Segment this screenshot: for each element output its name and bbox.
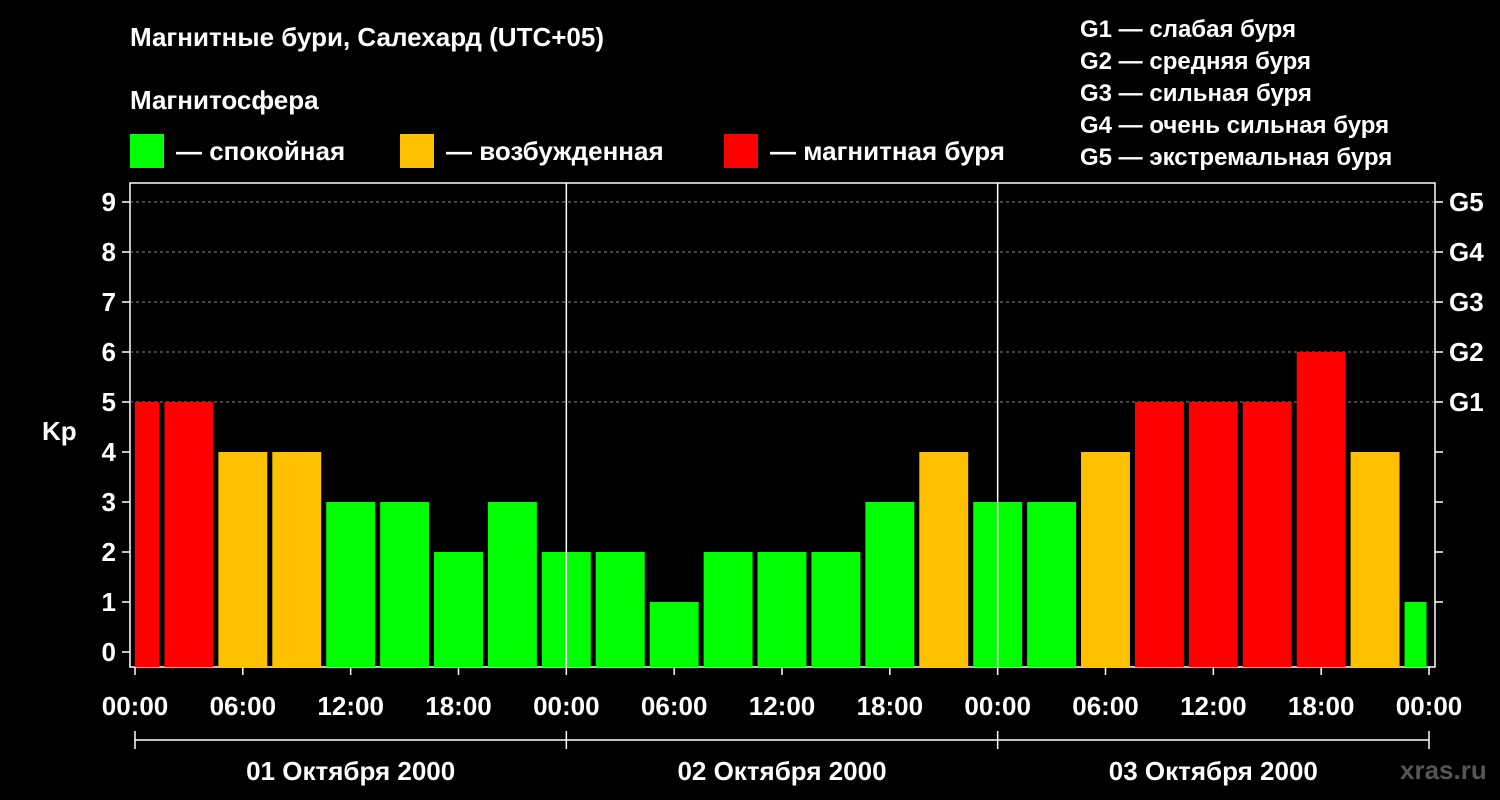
- x-tick-label: 00:00: [1396, 691, 1463, 721]
- bar: [326, 502, 376, 667]
- y-tick-label: 8: [102, 237, 116, 267]
- y-tick-label: 0: [102, 637, 116, 667]
- watermark: xras.ru: [1400, 755, 1487, 785]
- x-tick-label: 06:00: [210, 691, 277, 721]
- bar: [703, 552, 753, 667]
- x-tick-label: 18:00: [425, 691, 492, 721]
- bar: [811, 552, 861, 667]
- right-tick-label: G2: [1449, 337, 1484, 367]
- x-tick-label: 12:00: [1180, 691, 1247, 721]
- bar: [1296, 352, 1346, 667]
- day-label: 02 Октября 2000: [677, 756, 886, 786]
- y-tick-label: 1: [102, 587, 116, 617]
- y-tick-label: 3: [102, 487, 116, 517]
- bar: [865, 502, 915, 667]
- bar: [1350, 452, 1400, 667]
- bar: [218, 452, 268, 667]
- bar: [134, 402, 160, 667]
- bar: [380, 502, 430, 667]
- x-tick-label: 06:00: [1072, 691, 1139, 721]
- bar: [649, 602, 699, 667]
- x-tick-label: 06:00: [641, 691, 708, 721]
- right-tick-label: G3: [1449, 287, 1484, 317]
- right-tick-label: G5: [1449, 187, 1484, 217]
- bar: [919, 452, 969, 667]
- bar: [1134, 402, 1184, 667]
- y-tick-label: 7: [102, 287, 116, 317]
- kp-chart: 0 1 2 3 4 5 6 7 8 9 G1 G2 G3 G4 G5 Kp 00:00 06:00 12:00 18:…: [42, 182, 1484, 786]
- bar: [1188, 402, 1238, 667]
- bar: [1081, 452, 1130, 667]
- right-tick-label: G1: [1449, 387, 1484, 417]
- y-tick-label: 5: [102, 387, 116, 417]
- x-tick-label: 12:00: [749, 691, 816, 721]
- bar: [164, 402, 214, 667]
- x-tick-label: 18:00: [857, 691, 924, 721]
- bar: [434, 552, 483, 667]
- bar: [757, 552, 807, 667]
- bar: [487, 502, 537, 667]
- x-tick-label: 00:00: [533, 691, 600, 721]
- bar: [1404, 602, 1427, 667]
- y-tick-label: 4: [102, 437, 117, 467]
- day-label: 03 Октября 2000: [1109, 756, 1318, 786]
- x-tick-label: 12:00: [317, 691, 384, 721]
- day-label: 01 Октября 2000: [246, 756, 455, 786]
- x-tick-label: 18:00: [1288, 691, 1355, 721]
- bar: [272, 452, 322, 667]
- right-tick-label: G4: [1449, 237, 1484, 267]
- y-tick-label: 2: [102, 537, 116, 567]
- x-tick-label: 00:00: [102, 691, 169, 721]
- bar: [1242, 402, 1292, 667]
- y-tick-label: 6: [102, 337, 116, 367]
- bar: [1027, 502, 1077, 667]
- y-tick-label: 9: [102, 187, 116, 217]
- y-axis-label: Kp: [42, 416, 77, 446]
- bar: [595, 552, 645, 667]
- x-tick-label: 00:00: [964, 691, 1031, 721]
